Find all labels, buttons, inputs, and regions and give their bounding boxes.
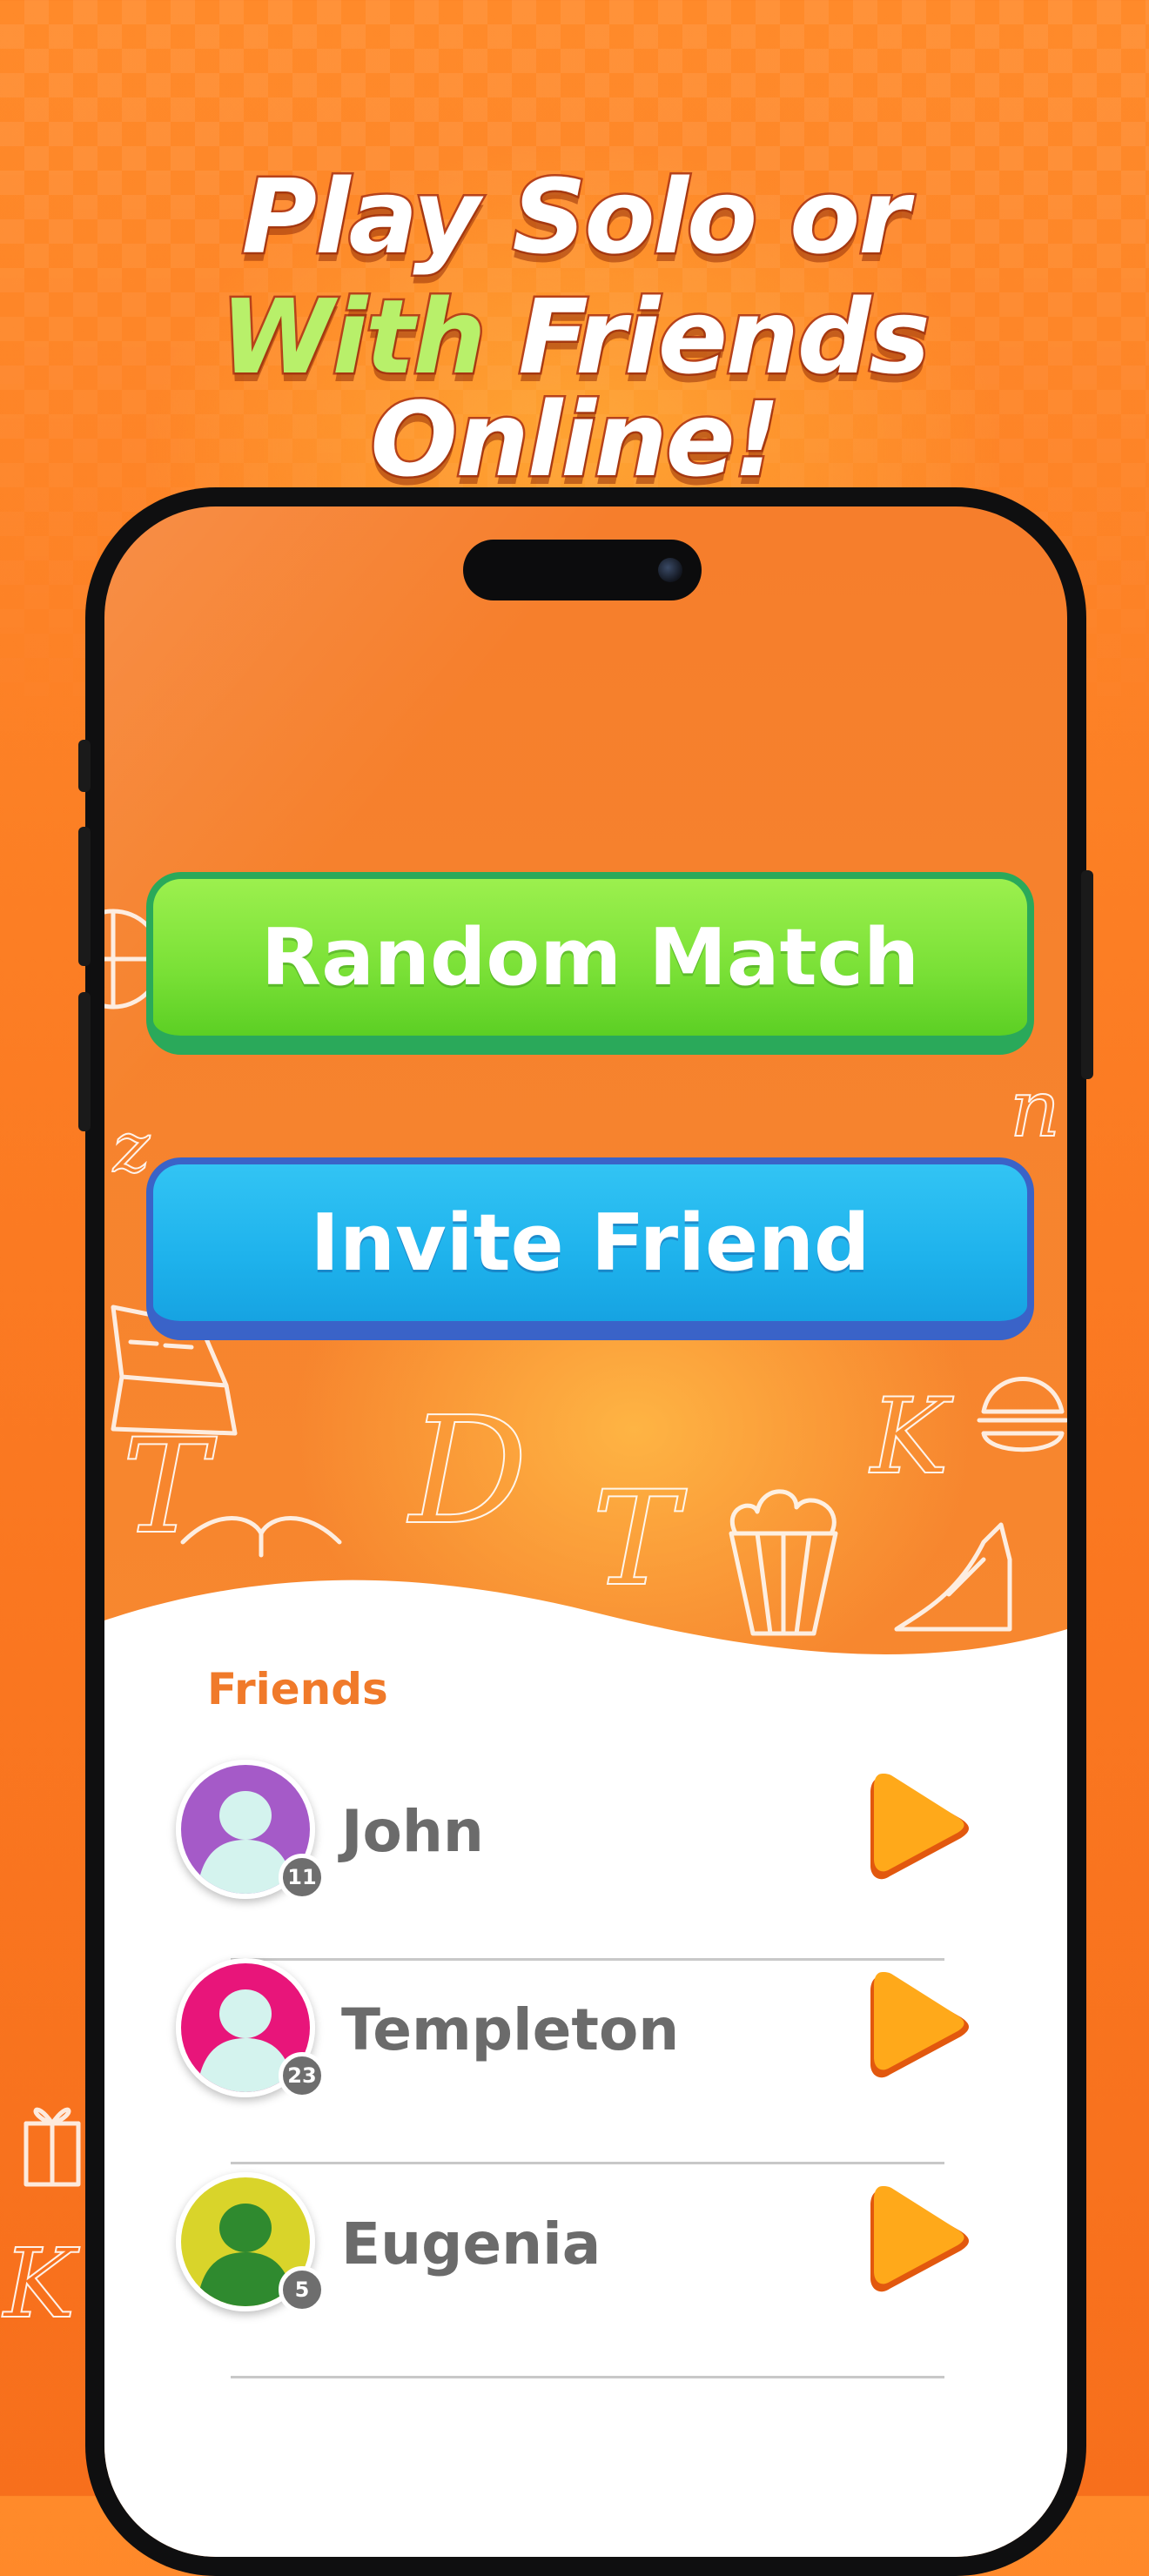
headline-word: or xyxy=(788,157,911,277)
headline-word: Play xyxy=(239,157,513,277)
play-icon[interactable] xyxy=(867,1967,971,2089)
gift-doodle-icon xyxy=(24,2107,81,2187)
level-badge: 5 xyxy=(279,2266,326,2313)
doodle-letter: K xyxy=(3,2227,76,2340)
friend-name: John xyxy=(341,1798,484,1865)
doodle-letter: z xyxy=(112,1106,151,1189)
phone-power-button xyxy=(1081,870,1093,1079)
headline-line-2: With Friends Online! xyxy=(0,284,1149,493)
phone-side-button xyxy=(78,740,91,792)
dynamic-island xyxy=(463,540,702,600)
doodle-letter: K xyxy=(870,1376,950,1499)
headline-word: Solo xyxy=(510,157,790,277)
level-badge: 23 xyxy=(279,2052,326,2099)
random-match-button[interactable]: Random Match xyxy=(146,872,1034,1055)
play-icon[interactable] xyxy=(867,1768,971,1890)
friend-row[interactable]: 5 Eugenia xyxy=(104,2155,1067,2329)
friend-row[interactable]: 23 Templeton xyxy=(104,1941,1067,2115)
friend-name: Eugenia xyxy=(341,2210,601,2277)
headline-line-1: Play Solo or xyxy=(0,164,1149,271)
doodle-letter: n xyxy=(1009,1063,1061,1156)
burger-doodle-icon xyxy=(977,1377,1067,1452)
screen-glare xyxy=(104,506,889,1203)
divider xyxy=(231,2376,944,2378)
phone-volume-up xyxy=(78,827,91,966)
friends-panel: Friends 11 John 23 Templeton 5 Eugenia xyxy=(104,1577,1067,2557)
doodle-letter: D xyxy=(408,1385,528,1559)
invite-friend-button[interactable]: Invite Friend xyxy=(146,1157,1034,1340)
phone-frame: z n T D T K Random Match Invite Friend F… xyxy=(78,487,1093,2576)
play-icon[interactable] xyxy=(867,2181,971,2303)
level-badge: 11 xyxy=(279,1854,326,1901)
phone-screen: z n T D T K Random Match Invite Friend F… xyxy=(104,506,1067,2557)
camera-icon xyxy=(658,558,682,582)
friend-name: Templeton xyxy=(341,1996,680,2063)
phone-volume-down xyxy=(78,992,91,1131)
friend-row[interactable]: 11 John xyxy=(104,1742,1067,1916)
friends-title: Friends xyxy=(207,1664,388,1714)
book-doodle-icon xyxy=(180,1516,342,1558)
headline-word: Online! xyxy=(368,379,783,500)
